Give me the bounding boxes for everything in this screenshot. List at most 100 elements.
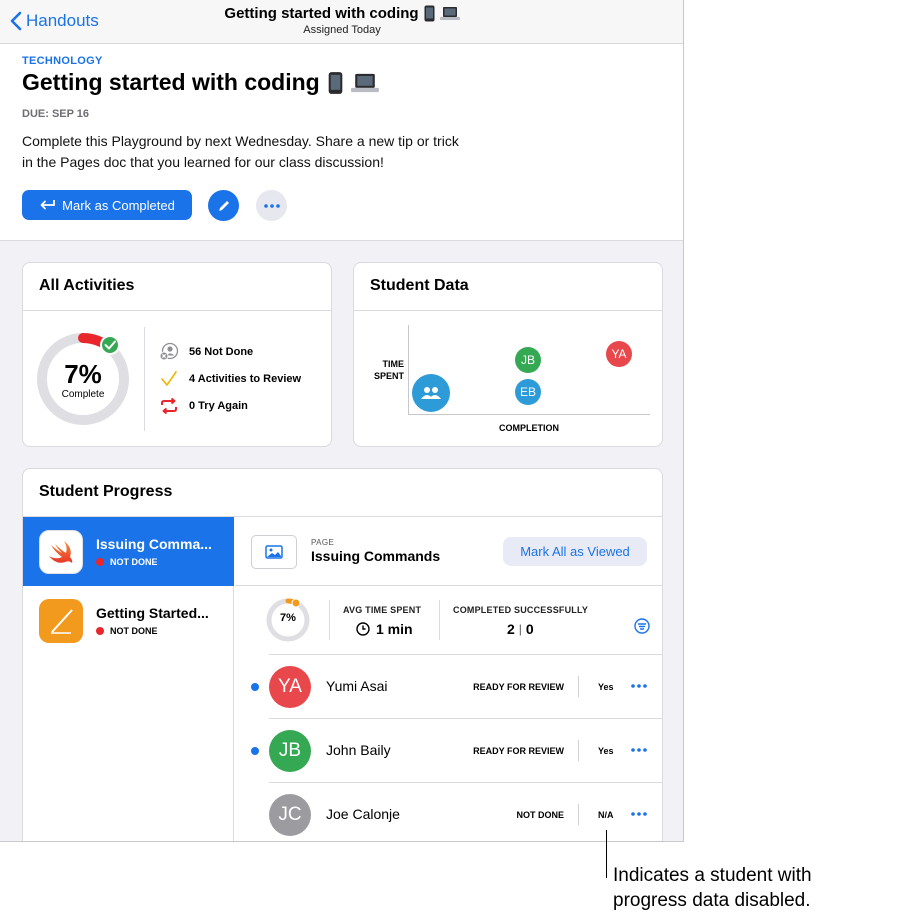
laptop-emoji-icon: [439, 7, 460, 20]
x-axis: [408, 414, 650, 415]
avg-time-label: AVG TIME SPENT: [343, 605, 422, 615]
y-axis-label-line: TIME: [382, 359, 405, 369]
divider: [578, 676, 579, 697]
student-avatar: JC: [269, 794, 311, 836]
person-x-icon: [159, 342, 179, 361]
ellipsis-icon[interactable]: [630, 808, 648, 820]
sidebar-item-issuing-commands[interactable]: Issuing Comma... NOT DONE: [23, 517, 234, 586]
all-activities-card[interactable]: All Activities 7% Complete 56 Not Done 4…: [22, 262, 332, 447]
student-point-eb[interactable]: EB: [515, 379, 541, 405]
try-again-count: 0: [525, 621, 534, 637]
nav-subtitle: Assigned Today: [303, 24, 381, 36]
student-status: READY FOR REVIEW: [473, 682, 564, 692]
student-completed-value: Yes: [598, 682, 614, 692]
clock-icon: [356, 622, 370, 636]
pages-app-icon: [39, 599, 83, 643]
stat-label: 56 Not Done: [189, 346, 254, 358]
student-point-ya[interactable]: YA: [606, 341, 632, 367]
checkmark-icon: [161, 371, 177, 386]
completed-value: 2 | 0: [507, 621, 534, 637]
student-status: READY FOR REVIEW: [473, 746, 564, 756]
student-name: Yumi Asai: [326, 678, 388, 694]
student-completed-value: Yes: [598, 746, 614, 756]
divider: [439, 600, 440, 640]
not-done-dot: [96, 558, 104, 566]
student-avatar: JB: [269, 730, 311, 772]
completed-count: 2: [507, 621, 515, 637]
callout-text: Indicates a student with progress data d…: [613, 863, 812, 913]
student-data-scatter-chart: TIME SPENT COMPLETION JB YA EB: [354, 311, 662, 446]
separator: |: [518, 622, 522, 636]
student-data-card[interactable]: Student Data TIME SPENT COMPLETION JB YA…: [353, 262, 663, 447]
assignment-header: TECHNOLOGY Getting started with coding D…: [0, 44, 683, 241]
student-row[interactable]: JB John Baily READY FOR REVIEW Yes: [235, 719, 662, 782]
image-icon: [265, 545, 283, 559]
activity-detail: PAGE Issuing Commands Mark All as Viewed…: [235, 517, 662, 841]
divider: [235, 585, 662, 586]
due-date: DUE: SEP 16: [22, 108, 90, 120]
student-row[interactable]: JC Joe Calonje NOT DONE N/A: [235, 783, 662, 841]
avg-time-text: 1 min: [376, 621, 413, 637]
card-title: Student Data: [370, 277, 469, 294]
navigation-bar: Handouts Getting started with coding Ass…: [0, 0, 683, 44]
student-progress-card: Student Progress Issuing Comma... NOT DO…: [22, 468, 663, 841]
mark-all-viewed-button[interactable]: Mark All as Viewed: [503, 537, 647, 566]
student-avatar: YA: [269, 666, 311, 708]
mark-as-completed-button[interactable]: Mark as Completed: [22, 190, 192, 220]
assignment-title-text: Getting started with coding: [22, 69, 320, 95]
page-thumbnail: [251, 535, 297, 569]
student-name: John Baily: [326, 742, 391, 758]
nav-title-text: Getting started with coding: [224, 5, 419, 22]
page-eyebrow: PAGE: [311, 538, 335, 547]
student-point-jb[interactable]: JB: [515, 347, 541, 373]
unread-dot: [251, 683, 259, 691]
activity-status-text: NOT DONE: [110, 557, 158, 567]
stat-label: 0 Try Again: [189, 400, 248, 412]
not-done-dot: [96, 627, 104, 635]
edit-button[interactable]: [208, 190, 239, 221]
laptop-emoji-icon: [350, 73, 379, 92]
assignment-title: Getting started with coding: [22, 69, 379, 96]
stat-not-done: 56 Not Done: [159, 342, 253, 362]
completed-label: COMPLETED SUCCESSFULLY: [453, 605, 589, 615]
pages-pen-icon: [51, 609, 73, 634]
page-progress-ring: 7%: [265, 597, 311, 643]
y-axis: [408, 325, 409, 415]
callout-line-text: Indicates a student with: [613, 865, 812, 886]
activity-name: Issuing Comma...: [96, 536, 212, 552]
app-root: Handouts Getting started with coding Ass…: [0, 0, 898, 918]
activity-status: NOT DONE: [96, 626, 158, 636]
callout-line: [606, 830, 607, 878]
divider: [578, 740, 579, 761]
divider: [23, 310, 331, 311]
card-title: All Activities: [39, 277, 135, 294]
ellipsis-icon[interactable]: [630, 744, 648, 756]
sidebar-item-getting-started[interactable]: Getting Started... NOT DONE: [23, 586, 234, 655]
completion-label: Complete: [61, 389, 105, 400]
return-arrow-icon: [40, 200, 56, 210]
student-status: NOT DONE: [516, 810, 564, 820]
student-row[interactable]: YA Yumi Asai READY FOR REVIEW Yes: [235, 655, 662, 718]
swift-playgrounds-icon: [39, 530, 83, 574]
nav-title-block: Getting started with coding Assigned Tod…: [0, 5, 683, 36]
filter-button[interactable]: [634, 618, 650, 634]
divider: [578, 804, 579, 825]
more-options-button[interactable]: [256, 190, 287, 221]
divider: [144, 327, 145, 431]
divider: [329, 600, 330, 640]
activity-name: Getting Started...: [96, 605, 209, 621]
try-again-icon: [161, 397, 177, 415]
phone-emoji-icon: [328, 71, 343, 94]
stat-label: 4 Activities to Review: [189, 373, 302, 385]
swift-bird-icon: [49, 541, 73, 563]
ellipsis-icon[interactable]: [630, 680, 648, 692]
x-axis-label: COMPLETION: [499, 423, 559, 433]
group-point[interactable]: [412, 374, 450, 412]
assignment-description: Complete this Playground by next Wednesd…: [22, 133, 459, 170]
nav-title: Getting started with coding: [224, 5, 460, 22]
unread-dot: [251, 747, 259, 755]
card-title: Student Progress: [39, 483, 173, 500]
page-name: Issuing Commands: [311, 548, 441, 564]
student-completed-value: N/A: [598, 810, 614, 820]
pencil-icon: [218, 200, 229, 211]
